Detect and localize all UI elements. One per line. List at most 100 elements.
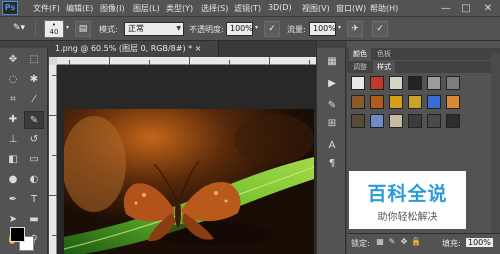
eraser-tool-icon[interactable]: ◧: [3, 151, 23, 169]
menu-type[interactable]: 类型(Y): [166, 3, 193, 14]
watermark-title: 百科全说: [367, 183, 448, 205]
opacity-dropdown-arrow[interactable]: ▾: [255, 24, 258, 31]
horizontal-ruler[interactable]: [57, 57, 316, 65]
style-swatch[interactable]: [351, 76, 365, 90]
blur-tool-icon[interactable]: ●: [3, 171, 23, 189]
fill-input[interactable]: 100%: [466, 238, 493, 247]
type-tool-icon[interactable]: T: [24, 191, 44, 209]
fill-label: 填充:: [442, 239, 461, 248]
style-swatch[interactable]: [370, 76, 384, 90]
clone-source-panel-icon[interactable]: ⊞: [324, 117, 340, 131]
menu-select[interactable]: 选择(S): [201, 3, 228, 14]
pressure-size-icon[interactable]: ✓: [372, 21, 388, 37]
actions-panel-icon[interactable]: ▶: [324, 77, 340, 91]
lasso-tool-icon[interactable]: ◌: [3, 71, 23, 89]
close-document-icon[interactable]: ×: [195, 44, 202, 53]
tools-panel-grip[interactable]: [0, 41, 48, 48]
healing-brush-tool-icon[interactable]: ✚: [3, 111, 23, 129]
menu-help[interactable]: 帮助(H): [370, 3, 398, 14]
watermark-subtitle: 助你轻松解决: [377, 212, 438, 223]
airbrush-icon[interactable]: ✈: [347, 21, 363, 37]
pen-tool-icon[interactable]: ✒: [3, 191, 23, 209]
dodge-tool-icon[interactable]: ◐: [24, 171, 44, 189]
brush-size-picker[interactable]: • 40: [44, 20, 64, 38]
canvas-image-butterfly[interactable]: [64, 109, 314, 254]
style-swatch[interactable]: [408, 114, 422, 128]
style-swatch[interactable]: [408, 95, 422, 109]
style-swatch[interactable]: [389, 95, 403, 109]
opacity-label: 不透明度:: [189, 25, 224, 34]
style-swatch[interactable]: [370, 95, 384, 109]
brush-preset-icon[interactable]: ✎▾: [6, 21, 32, 37]
tab-color[interactable]: 颜色: [349, 48, 371, 60]
menu-image[interactable]: 图像(I): [100, 3, 125, 14]
tab-styles[interactable]: 样式: [373, 61, 395, 73]
opacity-input[interactable]: 100%: [226, 22, 253, 36]
magic-wand-tool-icon[interactable]: ✱: [24, 71, 44, 89]
lock-all-icon[interactable]: 🔒: [411, 237, 421, 247]
opacity-value: 100%: [230, 24, 253, 33]
move-tool-icon[interactable]: ✥: [3, 51, 23, 69]
style-swatch[interactable]: [370, 114, 384, 128]
brush-size-dropdown-arrow[interactable]: ▾: [66, 24, 69, 31]
style-swatch[interactable]: [351, 95, 365, 109]
menu-3d[interactable]: 3D(D): [268, 3, 292, 12]
menu-window[interactable]: 窗口(W): [336, 3, 366, 14]
pressure-opacity-icon[interactable]: ✓: [264, 21, 280, 37]
brush-panel-toggle-icon[interactable]: ▤: [75, 21, 91, 37]
document-title: 1.png @ 60.5% (图层 0, RGB/8#) *: [55, 44, 193, 53]
style-swatch[interactable]: [408, 76, 422, 90]
flow-input[interactable]: 100%: [309, 22, 336, 36]
character-panel-icon[interactable]: A: [324, 139, 340, 153]
menu-view[interactable]: 视图(V): [302, 3, 330, 14]
eyedropper-tool-icon[interactable]: ⁄: [24, 91, 44, 109]
history-brush-tool-icon[interactable]: ↺: [24, 131, 44, 149]
menu-edit[interactable]: 编辑(E): [66, 3, 93, 14]
style-swatch[interactable]: [427, 95, 441, 109]
menu-bar: Ps 文件(F) 编辑(E) 图像(I) 图层(L) 类型(Y) 选择(S) 滤…: [0, 0, 500, 17]
style-swatch[interactable]: [389, 76, 403, 90]
ruler-origin[interactable]: [49, 57, 57, 65]
crop-tool-icon[interactable]: ⌗: [3, 91, 23, 109]
menu-layer[interactable]: 图层(L): [133, 3, 160, 14]
style-swatch[interactable]: [446, 76, 460, 90]
tab-adjustments[interactable]: 调整: [349, 61, 371, 73]
mode-label: 模式:: [99, 25, 118, 34]
panel-dock-grip[interactable]: [317, 41, 347, 48]
panel-scrollbar[interactable]: [491, 53, 500, 233]
style-swatch[interactable]: [389, 114, 403, 128]
flow-dropdown-arrow[interactable]: ▾: [338, 24, 341, 31]
lock-transparent-pixels-icon[interactable]: ▦: [375, 237, 385, 247]
blend-mode-value: 正常: [128, 24, 144, 33]
style-swatch[interactable]: [351, 114, 365, 128]
style-swatch[interactable]: [446, 95, 460, 109]
clone-stamp-tool-icon[interactable]: ⊥: [3, 131, 23, 149]
lock-image-pixels-icon[interactable]: ✎: [387, 237, 397, 247]
maximize-button[interactable]: □: [456, 0, 476, 17]
document-tab[interactable]: 1.png @ 60.5% (图层 0, RGB/8#) * ×: [49, 41, 219, 57]
vertical-ruler[interactable]: [49, 65, 57, 254]
foreground-color-swatch[interactable]: [10, 227, 25, 242]
history-panel-icon[interactable]: ▦: [324, 55, 340, 69]
lock-position-icon[interactable]: ✥: [399, 237, 409, 247]
styles-panel-tabs: 调整 样式: [347, 61, 500, 73]
gradient-tool-icon[interactable]: ▭: [24, 151, 44, 169]
lock-label: 锁定:: [351, 239, 370, 248]
close-window-button[interactable]: ✕: [478, 0, 498, 17]
menu-file[interactable]: 文件(F): [33, 3, 60, 14]
marquee-tool-icon[interactable]: ⬚: [24, 51, 44, 69]
brush-panel-icon[interactable]: ✎: [324, 99, 340, 113]
shape-tool-icon[interactable]: ▬: [24, 211, 44, 229]
chevron-down-icon: ▼: [176, 25, 181, 32]
menu-filter[interactable]: 滤镜(T): [234, 3, 261, 14]
brush-tool-icon[interactable]: ✎: [24, 111, 44, 129]
tab-swatches[interactable]: 色板: [373, 48, 395, 60]
paragraph-panel-icon[interactable]: ¶: [324, 157, 340, 171]
photoshop-logo: Ps: [2, 1, 18, 15]
options-bar: ✎▾ • 40 ▾ ▤ 模式: 正常 ▼ 不透明度: 100% ▾ ✓ 流量: 10…: [0, 17, 500, 41]
style-swatch[interactable]: [427, 76, 441, 90]
blend-mode-select[interactable]: 正常 ▼: [124, 22, 184, 36]
style-swatch[interactable]: [446, 114, 460, 128]
minimize-button[interactable]: —: [436, 0, 456, 17]
style-swatch[interactable]: [427, 114, 441, 128]
